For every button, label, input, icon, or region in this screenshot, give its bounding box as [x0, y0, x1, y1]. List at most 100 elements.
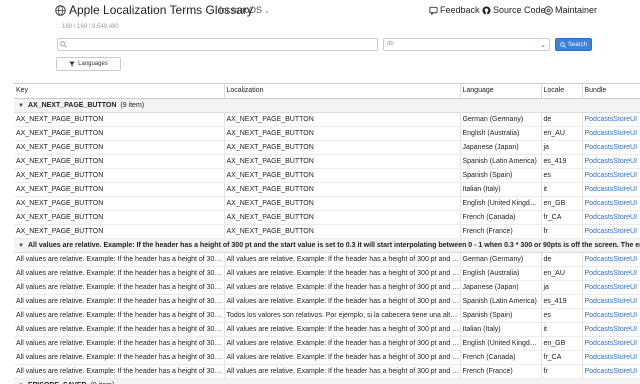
key-cell: All values are relative. Example: If the…: [14, 364, 225, 379]
search-query-field[interactable]: [58, 45, 377, 56]
language-cell: Spanish (Latin America): [460, 154, 542, 169]
feedback-link[interactable]: Feedback: [429, 5, 480, 15]
table-row[interactable]: AX_NEXT_PAGE_BUTTON AX_NEXT_PAGE_BUTTON Sp…: [14, 168, 640, 183]
table-row[interactable]: All values are relative. Example: If the…: [14, 294, 640, 309]
language-cell: Spanish (Spain): [460, 168, 542, 183]
expand-caret-icon[interactable]: ▼: [18, 243, 24, 249]
locale-cell: en_AU: [541, 266, 583, 281]
feedback-icon: [429, 6, 438, 15]
table-row[interactable]: AX_NEXT_PAGE_BUTTON AX_NEXT_PAGE_BUTTON Ge…: [14, 112, 640, 127]
group-row[interactable]: ▼EPISODE_SAVED(9 item): [14, 378, 640, 384]
bundle-link[interactable]: PodcastsStoreUI: [582, 196, 640, 211]
at-sign-icon: [544, 5, 553, 15]
localization-cell: AX_NEXT_PAGE_BUTTON: [224, 224, 461, 239]
column-header-key[interactable]: Key: [14, 84, 225, 99]
key-cell: All values are relative. Example: If the…: [14, 336, 225, 351]
column-header-localization[interactable]: Localization: [224, 84, 461, 99]
table-row[interactable]: AX_NEXT_PAGE_BUTTON AX_NEXT_PAGE_BUTTON Sp…: [14, 154, 640, 169]
key-cell: All values are relative. Example: If the…: [14, 252, 225, 267]
bundle-link[interactable]: PodcastsStoreUI: [582, 210, 640, 225]
language-cell: Italian (Italy): [460, 182, 542, 197]
locale-cell: de: [541, 112, 583, 127]
bundle-link[interactable]: PodcastsStoreUI: [582, 280, 640, 295]
language-cell: Japanese (Japan): [460, 280, 542, 295]
chevron-down-icon: ⌄: [264, 8, 270, 15]
group-header-cell[interactable]: ▼ All values are relative. Example: If th…: [14, 238, 640, 253]
table-row[interactable]: AX_NEXT_PAGE_BUTTON AX_NEXT_PAGE_BUTTON En…: [14, 126, 640, 141]
bundle-link[interactable]: PodcastsStoreUI: [582, 364, 640, 379]
locale-cell: en_GB: [541, 196, 583, 211]
bundle-link[interactable]: PodcastsStoreUI: [582, 112, 640, 127]
column-header-bundle[interactable]: Bundle: [582, 84, 640, 99]
localization-cell: All values are relative. Example: If the…: [224, 322, 461, 337]
locale-cell: en_GB: [541, 336, 583, 351]
group-header-cell[interactable]: ▼EPISODE_SAVED(9 item): [14, 378, 640, 384]
bundle-link[interactable]: PodcastsStoreUI: [582, 266, 640, 281]
column-header-locale[interactable]: Locale: [541, 84, 583, 99]
locale-cell: ja: [541, 140, 583, 155]
stats-subtitle: 169 / 169 / 9,549,490: [62, 24, 119, 30]
search-button[interactable]: Search: [555, 38, 592, 51]
maintainer-link[interactable]: Maintainer: [544, 5, 597, 15]
bundle-link[interactable]: PodcastsStoreUI: [582, 154, 640, 169]
bundle-link[interactable]: PodcastsStoreUI: [582, 182, 640, 197]
bundle-link[interactable]: PodcastsStoreUI: [582, 168, 640, 183]
locale-cell: fr: [541, 364, 583, 379]
table-row[interactable]: All values are relative. Example: If the…: [14, 308, 640, 323]
language-cell: English (Australia): [460, 266, 542, 281]
bundle-link[interactable]: PodcastsStoreUI: [582, 252, 640, 267]
locale-cell: es_419: [541, 294, 583, 309]
table-row[interactable]: All values are relative. Example: If the…: [14, 266, 640, 281]
db-select-placeholder: db: [387, 41, 394, 47]
bundle-link[interactable]: PodcastsStoreUI: [582, 126, 640, 141]
group-row[interactable]: ▼ All values are relative. Example: If th…: [14, 238, 640, 253]
search-button-label: Search: [567, 41, 587, 48]
table-row[interactable]: All values are relative. Example: If the…: [14, 322, 640, 337]
search-icon: [560, 41, 566, 48]
localization-cell: AX_NEXT_PAGE_BUTTON: [224, 196, 461, 211]
localization-cell: All values are relative. Example: If the…: [224, 266, 461, 281]
key-cell: AX_NEXT_PAGE_BUTTON: [14, 126, 225, 141]
locale-cell: es: [541, 168, 583, 183]
group-header-cell[interactable]: ▼ AX_NEXT_PAGE_BUTTON (9 item): [14, 98, 640, 113]
bundle-link[interactable]: PodcastsStoreUI: [582, 322, 640, 337]
table-row[interactable]: AX_NEXT_PAGE_BUTTON AX_NEXT_PAGE_BUTTON En…: [14, 196, 640, 211]
key-cell: AX_NEXT_PAGE_BUTTON: [14, 168, 225, 183]
languages-filter-button[interactable]: Languages: [56, 57, 121, 71]
table-row[interactable]: AX_NEXT_PAGE_BUTTON AX_NEXT_PAGE_BUTTON Ja…: [14, 140, 640, 155]
table-row[interactable]: AX_NEXT_PAGE_BUTTON AX_NEXT_PAGE_BUTTON Fr…: [14, 224, 640, 239]
table-row[interactable]: All values are relative. Example: If the…: [14, 350, 640, 365]
localization-cell: AX_NEXT_PAGE_BUTTON: [224, 112, 461, 127]
key-cell: AX_NEXT_PAGE_BUTTON: [14, 182, 225, 197]
locale-cell: fr_CA: [541, 350, 583, 365]
search-input[interactable]: [57, 38, 378, 56]
locale-cell: es: [541, 308, 583, 323]
localization-cell: AX_NEXT_PAGE_BUTTON: [224, 140, 461, 155]
key-cell: AX_NEXT_PAGE_BUTTON: [14, 224, 225, 239]
table-row[interactable]: All values are relative. Example: If the…: [14, 364, 640, 379]
source-code-link[interactable]: Source Code: [482, 5, 546, 15]
bundle-link[interactable]: PodcastsStoreUI: [582, 294, 640, 309]
expand-caret-icon[interactable]: ▼: [18, 103, 24, 109]
bundle-link[interactable]: PodcastsStoreUI: [582, 224, 640, 239]
filter-icon: [69, 61, 75, 67]
language-cell: French (France): [460, 364, 542, 379]
group-title: AX_NEXT_PAGE_BUTTON: [27, 101, 117, 109]
source-code-label: Source Code: [493, 5, 546, 15]
table-row[interactable]: All values are relative. Example: If the…: [14, 336, 640, 351]
table-row[interactable]: AX_NEXT_PAGE_BUTTON AX_NEXT_PAGE_BUTTON Fr…: [14, 210, 640, 225]
bundle-link[interactable]: PodcastsStoreUI: [582, 140, 640, 155]
bundle-link[interactable]: PodcastsStoreUI: [582, 336, 640, 351]
localization-cell: All values are relative. Example: If the…: [224, 294, 461, 309]
table-row[interactable]: All values are relative. Example: If the…: [14, 280, 640, 295]
key-cell: AX_NEXT_PAGE_BUTTON: [14, 112, 225, 127]
platform-selector[interactable]: for macOS ⌄: [219, 5, 270, 15]
localization-cell: AX_NEXT_PAGE_BUTTON: [224, 154, 461, 169]
bundle-link[interactable]: PodcastsStoreUI: [582, 308, 640, 323]
table-row[interactable]: All values are relative. Example: If the…: [14, 252, 640, 267]
group-row[interactable]: ▼ AX_NEXT_PAGE_BUTTON (9 item): [14, 98, 640, 113]
column-header-language[interactable]: Language: [460, 84, 542, 99]
table-row[interactable]: AX_NEXT_PAGE_BUTTON AX_NEXT_PAGE_BUTTON It…: [14, 182, 640, 197]
db-select[interactable]: db ⌄: [383, 38, 550, 51]
bundle-link[interactable]: PodcastsStoreUI: [582, 350, 640, 365]
